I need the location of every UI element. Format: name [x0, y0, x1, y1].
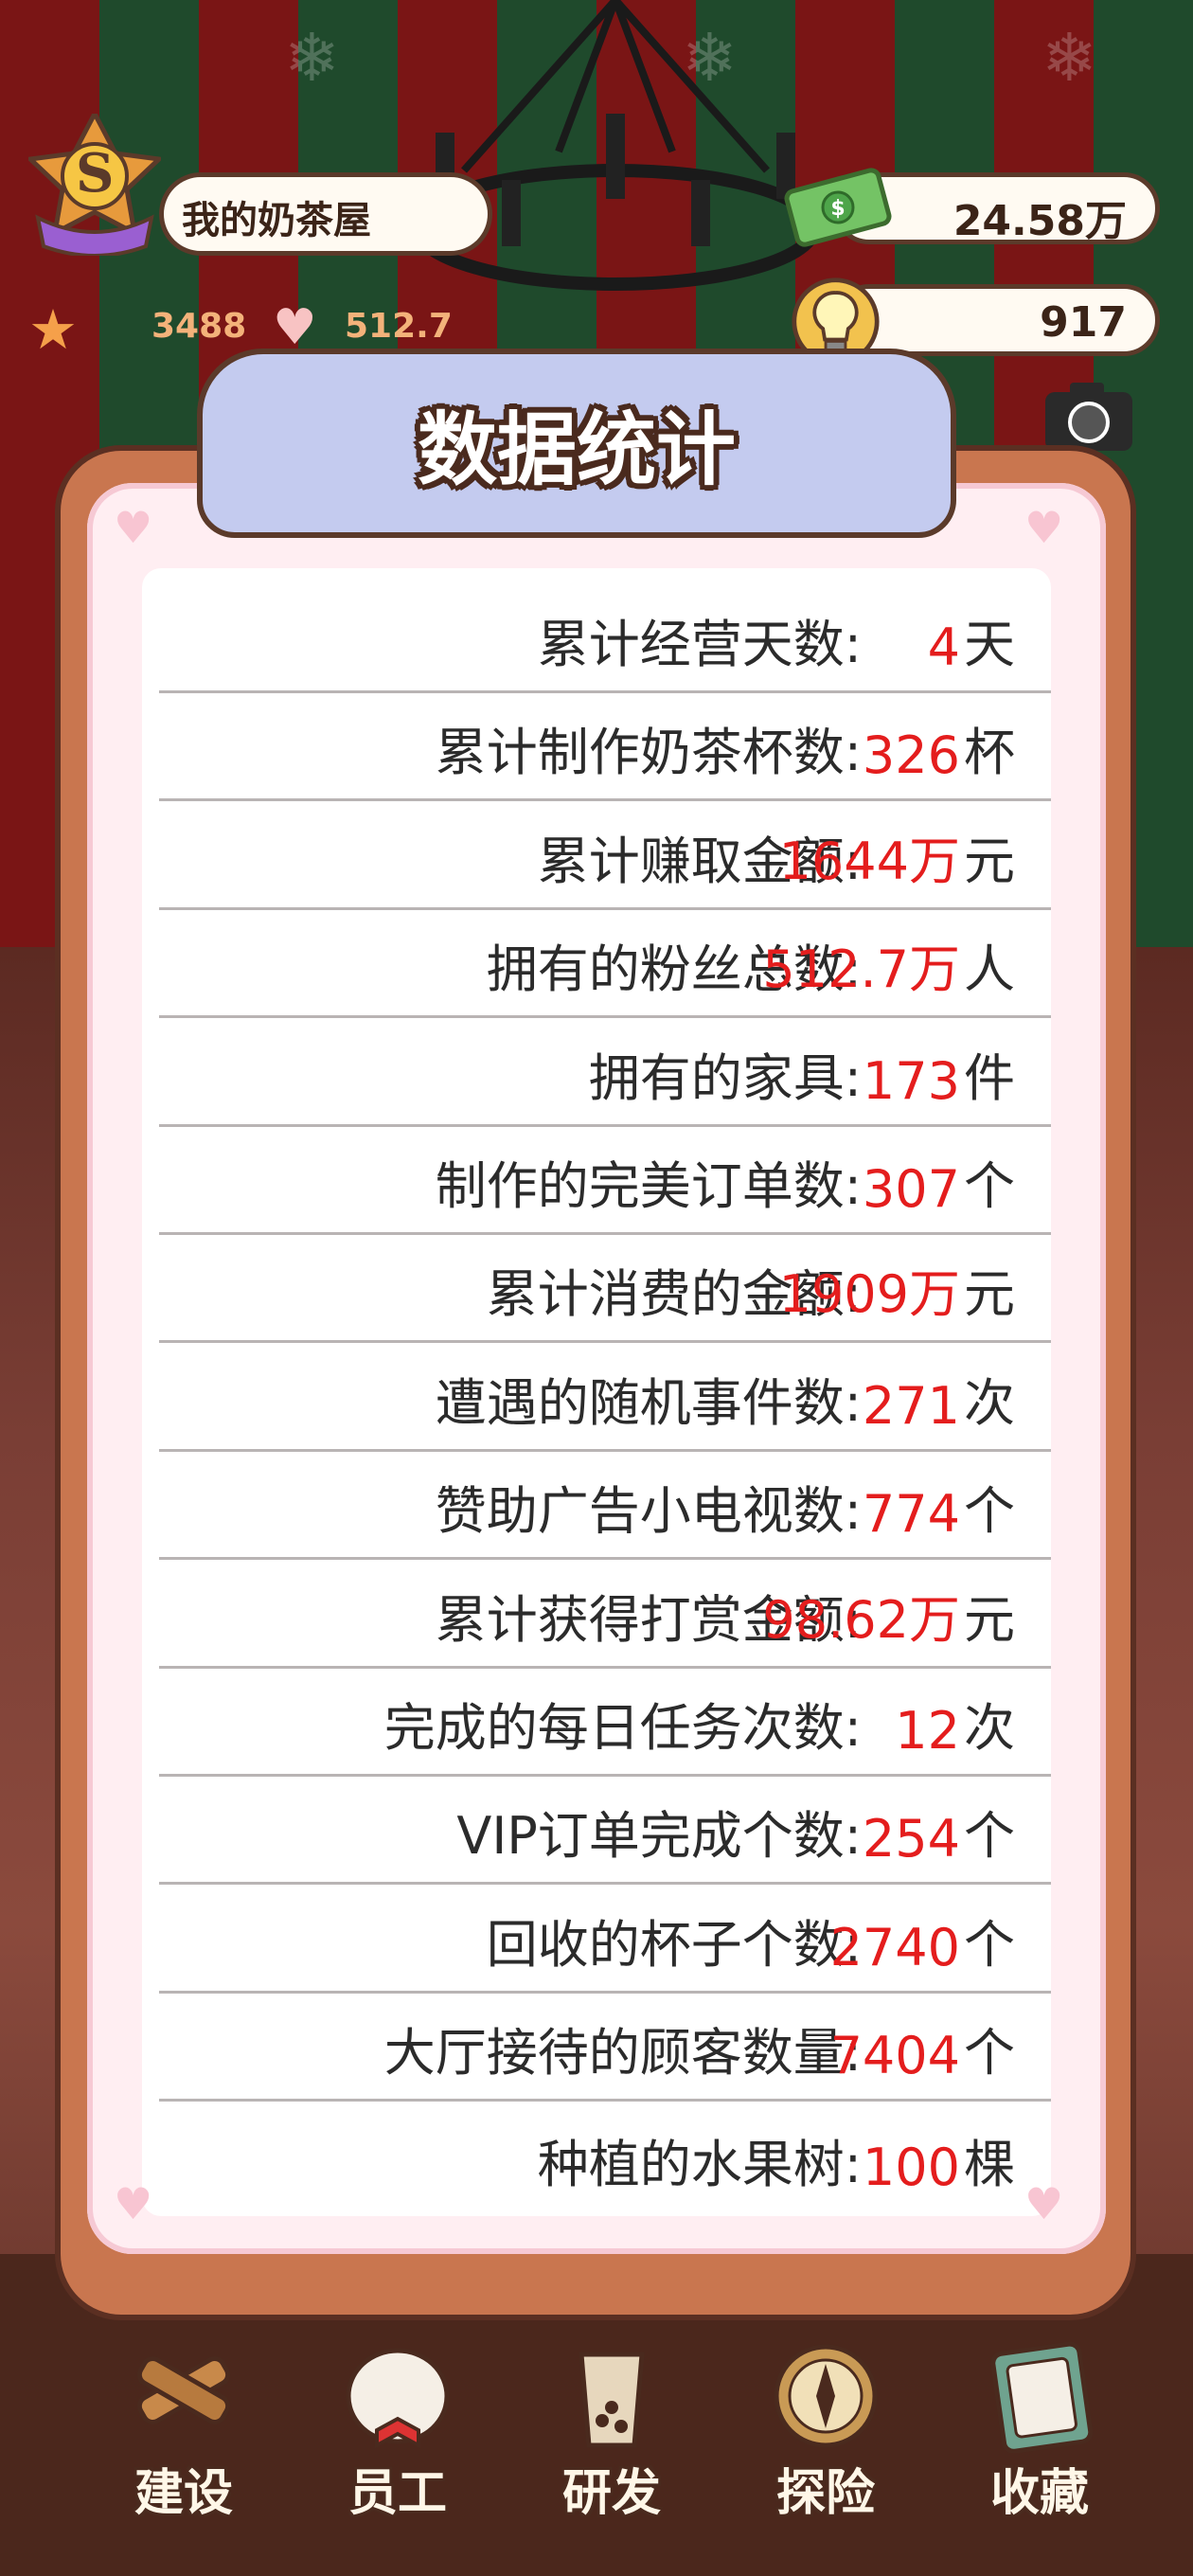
stat-label: 完成的每日任务次数: [383, 1698, 862, 1758]
hammer-icon [136, 2356, 231, 2424]
nav-research-label: 研发 [561, 2465, 661, 2522]
stat-unit: 次 [964, 1372, 1015, 1433]
heart-decoration-icon: ♥ [114, 502, 153, 553]
research-cup-icon [579, 2352, 645, 2448]
stat-value: 4 [927, 617, 960, 677]
stat-value: 1644万 [778, 831, 960, 891]
stat-label: 赞助广告小电视数: [435, 1481, 862, 1542]
stat-value: 100 [862, 2137, 960, 2197]
snowflake-icon: ❄ [1042, 19, 1097, 97]
stat-unit: 棵 [964, 2134, 1015, 2194]
stat-unit: 件 [964, 1047, 1015, 1108]
stat-row: 拥有的粉丝总数: 512.7万人 [159, 910, 1051, 1019]
stat-row: 大厅接待的顾客数量: 7404 个 [159, 1994, 1051, 2102]
stat-unit: 杯 [964, 723, 1015, 783]
stat-value: 512.7万 [762, 939, 960, 1000]
rank-letter: S [76, 142, 115, 205]
nav-staff-label: 员工 [347, 2465, 447, 2522]
shop-name: 我的奶茶屋 [182, 199, 371, 242]
stat-unit: 个 [964, 1156, 1015, 1216]
heart-decoration-icon: ♥ [114, 2178, 153, 2229]
stat-value: 7404 [829, 2026, 960, 2086]
stat-row: 累计获得打赏金额: 98.62万元 [159, 1561, 1051, 1669]
star-icon: ★ [28, 297, 78, 362]
compass-icon [774, 2344, 878, 2448]
stat-label: 累计制作奶茶杯数: [435, 723, 862, 783]
stat-label: 累计经营天数: [537, 615, 862, 674]
stat-row: 累计经营天数: 4 天 [159, 585, 1051, 693]
stat-unit: 人 [964, 939, 1015, 1000]
ideas-pill[interactable]: 917 [833, 284, 1160, 356]
staff-icon [346, 2348, 450, 2449]
stat-label: 遭遇的随机事件数: [435, 1372, 862, 1433]
stat-label: 拥有的家具: [588, 1047, 862, 1108]
stat-row: 完成的每日任务次数: 12 次 [159, 1669, 1051, 1777]
stat-row: 累计消费的金额: 1909万元 [159, 1235, 1051, 1344]
stat-unit: 个 [964, 1806, 1015, 1867]
stat-value: 774 [862, 1484, 960, 1545]
nav-collection-label: 收藏 [989, 2465, 1089, 2522]
stat-label: 大厅接待的顾客数量: [383, 2023, 862, 2084]
stat-unit: 个 [964, 1914, 1015, 1975]
stat-value: 254 [862, 1809, 960, 1869]
nav-research-button[interactable]: 研发 [517, 2339, 706, 2529]
stat-row: 回收的杯子个数: 2740 个 [159, 1886, 1051, 1994]
money-value: 24.58万 [953, 197, 1127, 245]
nav-build-button[interactable]: 建设 [89, 2339, 278, 2529]
stat-label: 回收的杯子个数: [486, 1914, 862, 1975]
nav-collection-button[interactable]: 收藏 [945, 2339, 1134, 2529]
stat-unit: 元 [964, 1589, 1015, 1650]
svg-text:$: $ [830, 197, 845, 221]
stat-row: 赞助广告小电视数: 774 个 [159, 1452, 1051, 1561]
nav-staff-button[interactable]: 员工 [303, 2339, 492, 2529]
star-count: 3488 [151, 307, 247, 346]
chandelier-decoration [410, 0, 821, 291]
stat-unit: 次 [964, 1698, 1015, 1758]
nav-build-label: 建设 [134, 2465, 233, 2522]
stat-row: 遭遇的随机事件数: 271 次 [159, 1344, 1051, 1452]
stat-unit: 个 [964, 1481, 1015, 1542]
stat-label: 制作的完美订单数: [435, 1156, 862, 1216]
snowflake-icon: ❄ [284, 19, 340, 97]
stat-row: VIP订单完成个数: 254 个 [159, 1777, 1051, 1886]
collection-book-icon [990, 2341, 1094, 2453]
stat-row: 制作的完美订单数: 307 个 [159, 1127, 1051, 1235]
camera-icon[interactable] [1042, 379, 1136, 455]
nav-explore-label: 探险 [775, 2465, 875, 2522]
stats-title: 数据统计 [417, 403, 736, 496]
ideas-value: 917 [1040, 298, 1127, 347]
stat-label: 种植的水果树: [537, 2134, 862, 2194]
stat-unit: 元 [964, 1264, 1015, 1325]
stat-value: 271 [862, 1375, 960, 1436]
stat-row: 累计制作奶茶杯数: 326 杯 [159, 693, 1051, 802]
nav-explore-button[interactable]: 探险 [731, 2339, 920, 2529]
stat-value: 12 [895, 1701, 960, 1761]
stat-row: 拥有的家具: 173 件 [159, 1019, 1051, 1127]
fan-icon: ♥ [273, 299, 317, 356]
stat-row: 种植的水果树: 100 棵 [159, 2102, 1051, 2210]
stat-value: 173 [862, 1050, 960, 1111]
cash-icon: $ [784, 168, 892, 247]
stat-label: VIP订单完成个数: [456, 1806, 862, 1867]
stat-value: 98.62万 [762, 1589, 960, 1650]
stat-value: 326 [862, 725, 960, 786]
stat-value: 307 [862, 1159, 960, 1219]
heart-decoration-icon: ♥ [1024, 502, 1064, 553]
stat-row: 累计赚取金额: 1644万元 [159, 802, 1051, 910]
stat-unit: 天 [964, 615, 1015, 674]
stat-unit: 元 [964, 831, 1015, 891]
stat-value: 1909万 [778, 1264, 960, 1325]
stat-unit: 个 [964, 2023, 1015, 2084]
stat-value: 2740 [829, 1917, 960, 1977]
